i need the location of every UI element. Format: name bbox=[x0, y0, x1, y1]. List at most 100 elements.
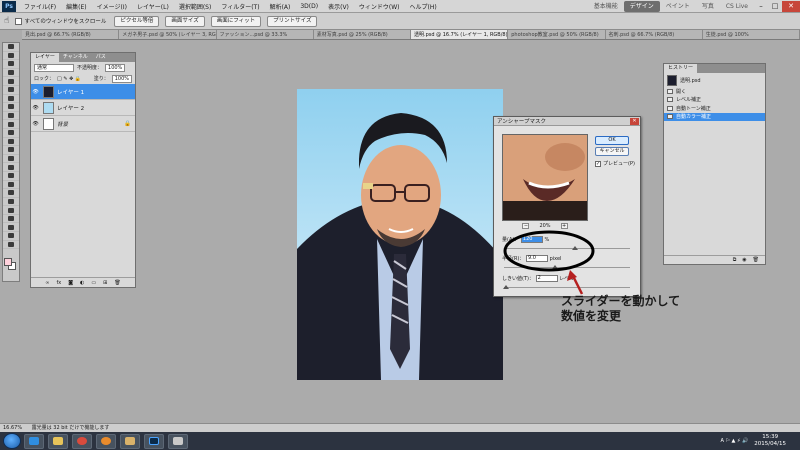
hand-tool-icon[interactable]: ☝ bbox=[4, 16, 9, 26]
new-layer-icon[interactable]: ⊞ bbox=[103, 280, 107, 286]
threshold-slider[interactable] bbox=[504, 287, 630, 288]
new-document-icon[interactable]: ⧉ bbox=[733, 257, 737, 263]
layer-row-2[interactable]: 👁 レイヤー 2 bbox=[31, 100, 135, 116]
doc-tab-active[interactable]: 透明.psd @ 16.7% (レイヤー 1, RGB/8) bbox=[411, 30, 509, 39]
doc-tab[interactable]: ファッション...psd @ 33.3% bbox=[216, 30, 314, 39]
tab-channels[interactable]: チャンネル bbox=[59, 53, 92, 62]
chrome-icon[interactable] bbox=[72, 433, 92, 449]
foreground-color-swatch[interactable] bbox=[4, 258, 12, 266]
path-select-tool-icon[interactable] bbox=[3, 181, 19, 190]
actual-pixels-button[interactable]: ピクセル等倍 bbox=[114, 15, 160, 27]
link-layers-icon[interactable]: ∞ bbox=[45, 280, 49, 286]
3d-camera-tool-icon[interactable] bbox=[3, 206, 19, 215]
hand-tool-icon[interactable] bbox=[3, 215, 19, 224]
visibility-eye-icon[interactable]: 👁 bbox=[31, 121, 40, 127]
crop-tool-icon[interactable] bbox=[3, 77, 19, 86]
folder-icon[interactable] bbox=[120, 433, 140, 449]
move-tool-icon[interactable] bbox=[3, 43, 19, 52]
doc-tab[interactable]: photoshop教室.psd @ 50% (RGB/8) bbox=[508, 30, 606, 39]
ie-icon[interactable] bbox=[24, 433, 44, 449]
firefox-icon[interactable] bbox=[96, 433, 116, 449]
amount-slider-thumb[interactable] bbox=[572, 246, 578, 250]
start-button-icon[interactable] bbox=[3, 433, 21, 449]
history-state[interactable]: 開く bbox=[664, 87, 765, 96]
tab-history[interactable]: ヒストリー bbox=[664, 64, 698, 73]
3d-rotate-tool-icon[interactable] bbox=[3, 198, 19, 207]
close-icon[interactable]: ✕ bbox=[782, 0, 800, 12]
pen-tool-icon[interactable] bbox=[3, 163, 19, 172]
document-canvas[interactable] bbox=[297, 89, 503, 380]
menu-view[interactable]: 表示(V) bbox=[323, 2, 354, 11]
doc-tab[interactable]: メガネ男子.psd @ 50% (レイヤー 3, RGB/8) bbox=[119, 30, 217, 39]
screen-mode-icon[interactable] bbox=[3, 241, 19, 250]
blend-mode-select[interactable]: 通常 bbox=[34, 63, 74, 72]
shape-tool-icon[interactable] bbox=[3, 189, 19, 198]
layer-row-background[interactable]: 👁 背景 🔒 bbox=[31, 116, 135, 132]
marquee-tool-icon[interactable] bbox=[3, 52, 19, 61]
threshold-slider-thumb[interactable] bbox=[503, 285, 509, 289]
add-mask-icon[interactable]: ◙ bbox=[68, 280, 73, 286]
zoom-in-button[interactable]: + bbox=[560, 223, 568, 229]
lasso-tool-icon[interactable] bbox=[3, 60, 19, 69]
cs-live-button[interactable]: CS Live bbox=[720, 1, 754, 12]
lock-icons[interactable]: □ ✎ ✥ 🔒 bbox=[57, 76, 81, 82]
amount-slider[interactable] bbox=[504, 248, 630, 249]
menu-select[interactable]: 選択範囲(S) bbox=[174, 2, 217, 11]
menu-layer[interactable]: レイヤー(L) bbox=[132, 2, 174, 11]
history-state[interactable]: レベル補正 bbox=[664, 96, 765, 105]
scroll-all-option[interactable]: すべてのウィンドウをスクロール bbox=[15, 17, 106, 25]
tab-paths[interactable]: パス bbox=[92, 53, 110, 62]
new-group-icon[interactable]: ▭ bbox=[91, 280, 96, 286]
workspace-essentials[interactable]: 基本機能 bbox=[588, 1, 624, 12]
history-state[interactable]: 自動トーン補正 bbox=[664, 104, 765, 113]
eyedropper-tool-icon[interactable] bbox=[3, 86, 19, 95]
gradient-tool-icon[interactable] bbox=[3, 138, 19, 147]
delete-layer-icon[interactable]: 🗑 bbox=[114, 280, 120, 286]
type-tool-icon[interactable] bbox=[3, 172, 19, 181]
doc-tab[interactable]: 見出.psd @ 66.7% (RGB/8) bbox=[22, 30, 120, 39]
zoom-out-button[interactable]: − bbox=[522, 223, 530, 229]
preview-checkbox[interactable]: ✓ bbox=[595, 160, 601, 167]
menu-file[interactable]: ファイル(F) bbox=[19, 2, 61, 11]
workspace-paint[interactable]: ペイント bbox=[660, 1, 696, 12]
explorer-icon[interactable] bbox=[48, 433, 68, 449]
menu-analysis[interactable]: 解析(A) bbox=[265, 2, 296, 11]
doc-tab[interactable]: 名刺.psd @ 66.7% (RGB/8) bbox=[605, 30, 703, 39]
radius-input[interactable]: 9.0 bbox=[525, 255, 548, 262]
status-zoom[interactable]: 16.67% bbox=[3, 425, 22, 431]
menu-help[interactable]: ヘルプ(H) bbox=[405, 2, 442, 11]
camera-snapshot-icon[interactable]: ◉ bbox=[742, 257, 746, 263]
radius-slider-thumb[interactable] bbox=[552, 265, 558, 269]
dodge-tool-icon[interactable] bbox=[3, 155, 19, 164]
radius-slider[interactable] bbox=[504, 267, 630, 268]
trash-icon[interactable]: 🗑 bbox=[753, 257, 759, 263]
menu-3d[interactable]: 3D(D) bbox=[295, 3, 323, 10]
menu-image[interactable]: イメージ(I) bbox=[92, 2, 132, 11]
clone-stamp-tool-icon[interactable] bbox=[3, 112, 19, 121]
history-snapshot[interactable]: 透明.psd bbox=[664, 73, 765, 87]
menu-window[interactable]: ウィンドウ(W) bbox=[354, 2, 405, 11]
adjustment-layer-icon[interactable]: ◐ bbox=[80, 280, 84, 286]
visibility-eye-icon[interactable]: 👁 bbox=[31, 89, 40, 95]
fit-screen-button[interactable]: 画面サイズ bbox=[165, 15, 205, 27]
quick-select-tool-icon[interactable] bbox=[3, 69, 19, 78]
menu-edit[interactable]: 編集(E) bbox=[61, 2, 91, 11]
menu-filter[interactable]: フィルター(T) bbox=[216, 2, 264, 11]
blur-tool-icon[interactable] bbox=[3, 146, 19, 155]
print-size-button[interactable]: プリントサイズ bbox=[267, 15, 318, 27]
eraser-tool-icon[interactable] bbox=[3, 129, 19, 138]
dialog-close-icon[interactable]: ✕ bbox=[630, 117, 639, 125]
zoom-tool-icon[interactable] bbox=[3, 223, 19, 233]
ok-button[interactable]: OK bbox=[595, 136, 629, 145]
tray-icons[interactable]: A ⚐ ▲ ⚡ 🔊 bbox=[720, 438, 748, 444]
amount-input[interactable]: 120 bbox=[520, 236, 543, 243]
minimize-icon[interactable]: – bbox=[754, 1, 768, 12]
tab-layers[interactable]: レイヤー bbox=[31, 53, 59, 62]
visibility-eye-icon[interactable]: 👁 bbox=[31, 105, 40, 111]
restore-icon[interactable]: □ bbox=[768, 1, 782, 12]
cancel-button[interactable]: キャンセル bbox=[595, 147, 629, 156]
layer-style-icon[interactable]: fx bbox=[56, 280, 61, 286]
layer-row-1[interactable]: 👁 レイヤー 1 bbox=[31, 84, 135, 100]
scroll-all-checkbox[interactable] bbox=[15, 18, 23, 25]
app-icon[interactable] bbox=[168, 433, 188, 449]
